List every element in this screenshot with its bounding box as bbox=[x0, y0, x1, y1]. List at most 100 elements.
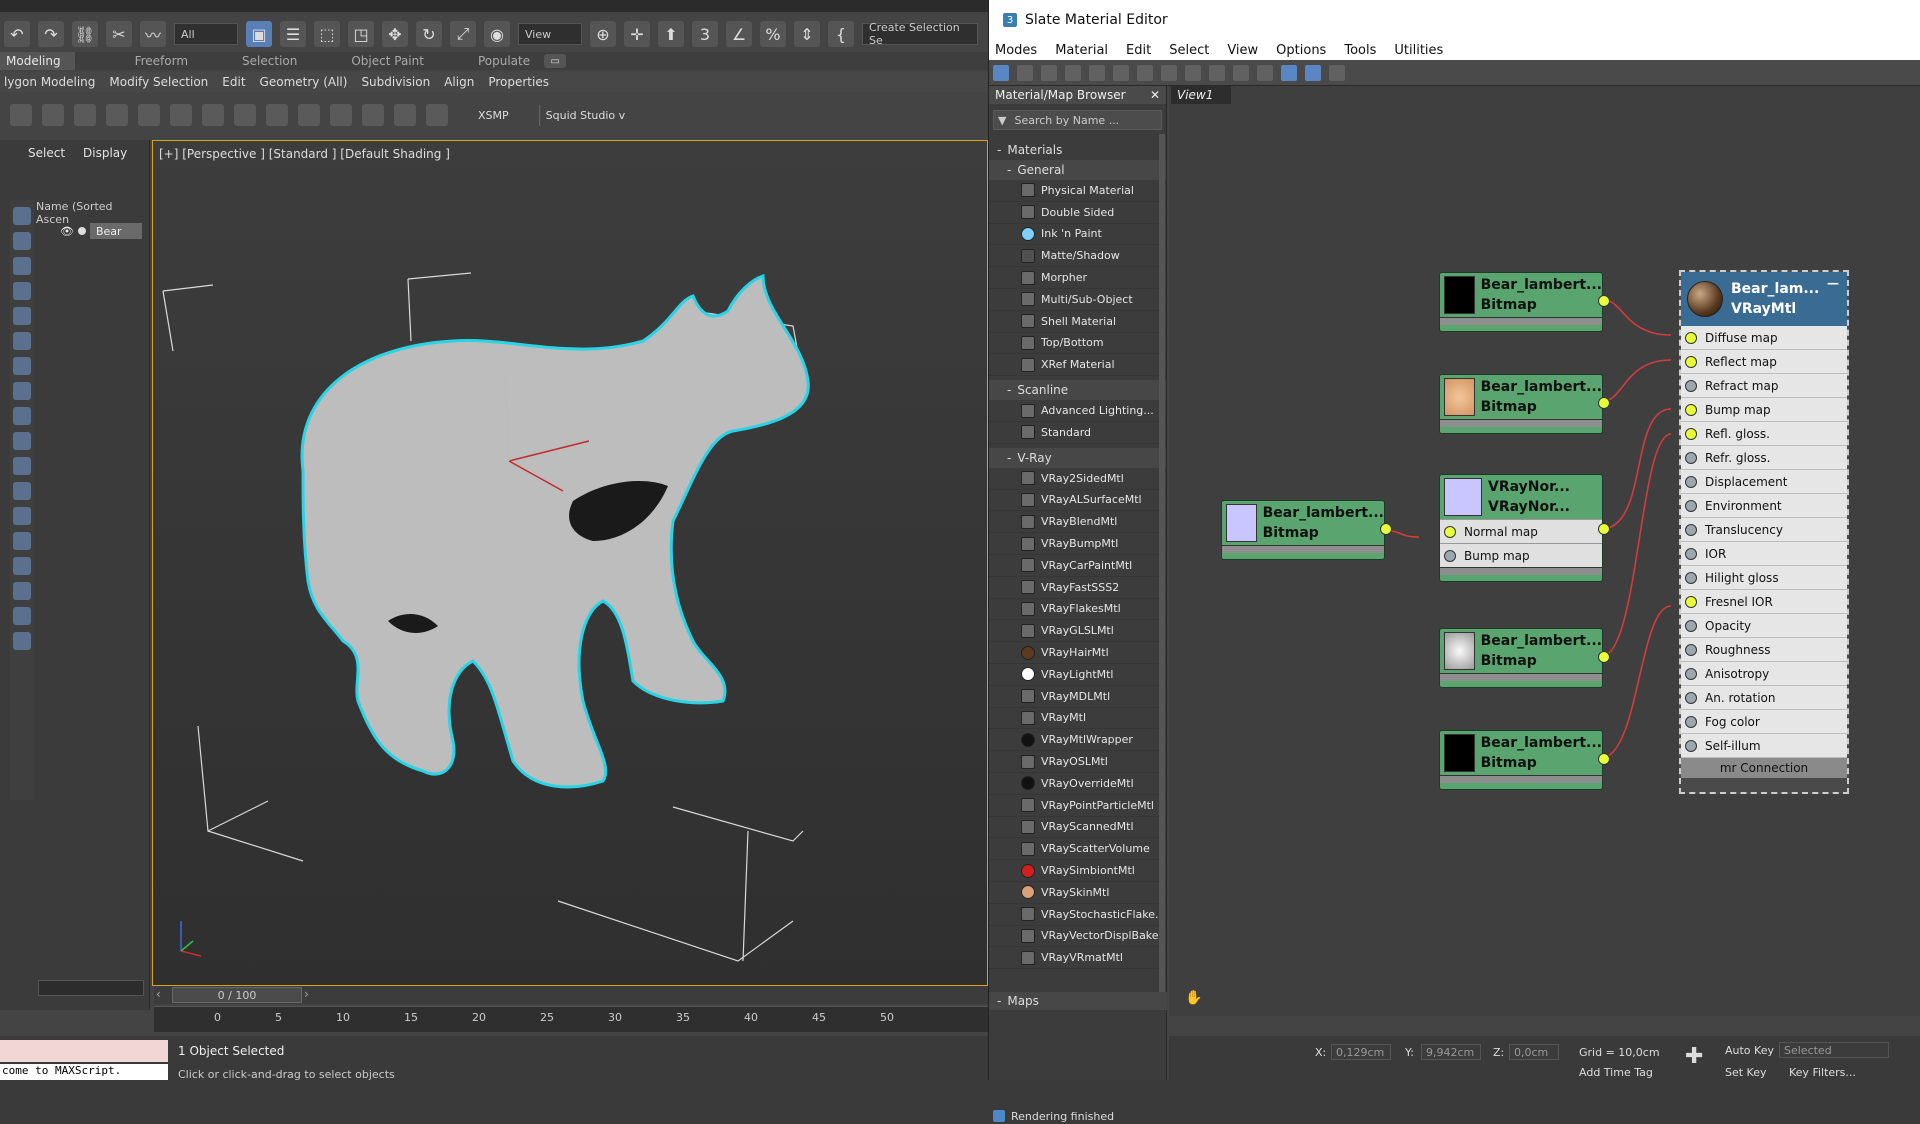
material-item[interactable]: Physical Material bbox=[989, 180, 1166, 202]
time-prev-icon[interactable]: ‹ bbox=[156, 987, 161, 1001]
material-item[interactable]: VRayPointParticleMtl bbox=[989, 795, 1166, 817]
tab-populate[interactable]: Populate bbox=[438, 52, 544, 70]
material-slot[interactable]: Reflect map bbox=[1681, 350, 1847, 374]
category-vray[interactable]: - V-Ray bbox=[989, 447, 1166, 468]
render-icon[interactable] bbox=[170, 104, 192, 126]
rect-selection-icon[interactable]: ⬚ bbox=[314, 21, 340, 47]
filter-geometry-icon[interactable] bbox=[13, 207, 31, 225]
assign-material-icon[interactable] bbox=[1065, 64, 1081, 81]
pick-material-icon[interactable] bbox=[1017, 64, 1033, 81]
material-slot[interactable]: Refr. gloss. bbox=[1681, 446, 1847, 470]
material-item[interactable]: Advanced Lighting... bbox=[989, 400, 1166, 422]
tab-selection[interactable]: Selection bbox=[202, 52, 311, 70]
select-object-icon[interactable]: ▣ bbox=[246, 21, 272, 47]
link-icon[interactable]: ⛓ bbox=[72, 21, 98, 47]
mr-connection[interactable]: mr Connection bbox=[1681, 758, 1847, 778]
menu-select[interactable]: Select bbox=[1169, 43, 1209, 58]
material-slot[interactable]: Anisotropy bbox=[1681, 662, 1847, 686]
time-slider[interactable]: ‹ 0 / 100 › bbox=[154, 986, 988, 1004]
frame-icon[interactable] bbox=[266, 104, 288, 126]
filter-cameras-icon[interactable] bbox=[13, 282, 31, 300]
input-slot[interactable] bbox=[1685, 451, 1697, 464]
bitmap-node-2[interactable]: Bear_lambert... Bitmap bbox=[1439, 374, 1610, 434]
move-icon[interactable]: ✥ bbox=[382, 21, 408, 47]
menu-utilities[interactable]: Utilities bbox=[1394, 43, 1443, 58]
output-slot[interactable] bbox=[1598, 397, 1610, 409]
material-item[interactable]: Morpher bbox=[989, 267, 1166, 289]
vraymtl-node-header[interactable]: Bear_lam... VRayMtl — bbox=[1681, 272, 1847, 326]
material-item[interactable]: Top/Bottom bbox=[989, 333, 1166, 355]
material-slot[interactable]: Refract map bbox=[1681, 374, 1847, 398]
place-icon[interactable]: ◉ bbox=[484, 21, 510, 47]
maxscript-listener[interactable] bbox=[0, 1040, 168, 1062]
input-slot[interactable] bbox=[1685, 547, 1697, 560]
panel-modify-selection[interactable]: Modify Selection bbox=[109, 75, 208, 89]
input-slot[interactable] bbox=[1444, 549, 1456, 562]
material-slot[interactable]: Self-illum bbox=[1681, 734, 1847, 758]
menu-view[interactable]: View bbox=[1227, 43, 1258, 58]
x-field[interactable]: 0,129cm bbox=[1331, 1044, 1391, 1060]
material-item[interactable]: VRayLightMtl bbox=[989, 664, 1166, 686]
material-slot[interactable]: Translucency bbox=[1681, 518, 1847, 542]
material-slot[interactable]: Fresnel IOR bbox=[1681, 590, 1847, 614]
output-slot[interactable] bbox=[1598, 523, 1610, 535]
auto-key-button[interactable]: Auto Key bbox=[1725, 1044, 1774, 1057]
material-item[interactable]: VRayCarPaintMtl bbox=[989, 555, 1166, 577]
scale-icon[interactable]: ⤢ bbox=[450, 21, 476, 47]
perspective-viewport[interactable]: [+] [Perspective ] [Standard ] [Default … bbox=[152, 140, 988, 986]
material-item[interactable]: Shell Material bbox=[989, 311, 1166, 333]
explorer-tab-display[interactable]: Display bbox=[83, 146, 127, 168]
put-material-icon[interactable] bbox=[1041, 64, 1057, 81]
bind-space-warp-icon[interactable]: 〰 bbox=[140, 21, 166, 47]
parameter-editor-icon[interactable] bbox=[1305, 64, 1321, 81]
tab-modeling[interactable]: Modeling bbox=[0, 52, 75, 70]
edit-named-selection-icon[interactable]: { bbox=[828, 21, 854, 47]
layout-children-icon[interactable] bbox=[1257, 64, 1273, 81]
key-filters-button[interactable]: Key Filters... bbox=[1789, 1066, 1856, 1079]
material-slot[interactable]: Hilight gloss bbox=[1681, 566, 1847, 590]
keyboard-shortcut-icon[interactable]: ⬆ bbox=[658, 21, 684, 47]
input-slot[interactable] bbox=[1685, 691, 1697, 704]
input-slot[interactable] bbox=[1685, 475, 1697, 488]
camera-icon[interactable] bbox=[394, 104, 416, 126]
input-slot[interactable] bbox=[1685, 643, 1697, 656]
track-bar[interactable]: 0 5 10 15 20 25 30 35 40 45 50 bbox=[154, 1006, 988, 1032]
explorer-scrollbar[interactable] bbox=[38, 980, 144, 996]
add-icon[interactable]: ✚ bbox=[1685, 1044, 1703, 1069]
input-slot[interactable] bbox=[1685, 403, 1697, 416]
category-maps[interactable]: - Maps bbox=[989, 992, 1167, 1010]
xsmp-button[interactable]: XSMP bbox=[478, 109, 509, 122]
layer-icon[interactable] bbox=[13, 632, 31, 650]
output-slot[interactable] bbox=[1598, 295, 1610, 307]
material-item[interactable]: VRayMDLMtl bbox=[989, 686, 1166, 708]
menu-options[interactable]: Options bbox=[1276, 43, 1326, 58]
category-materials[interactable]: - Materials bbox=[989, 140, 1166, 160]
material-item[interactable]: XRef Material bbox=[989, 354, 1166, 377]
set-key-button[interactable]: Set Key bbox=[1725, 1066, 1767, 1079]
bitmap-node-3[interactable]: Bear_lambert... Bitmap bbox=[1221, 500, 1392, 560]
input-slot[interactable] bbox=[1685, 355, 1697, 368]
bitmap-node-1[interactable]: Bear_lambert... Bitmap bbox=[1439, 272, 1610, 332]
output-slot[interactable] bbox=[1598, 753, 1610, 765]
menu-edit[interactable]: Edit bbox=[1126, 43, 1151, 58]
play-icon[interactable] bbox=[298, 104, 320, 126]
material-item[interactable]: Double Sided bbox=[989, 202, 1166, 224]
panel-align[interactable]: Align bbox=[444, 75, 474, 89]
filter-hidden-icon[interactable] bbox=[13, 482, 31, 500]
tab-object-paint[interactable]: Object Paint bbox=[311, 52, 438, 70]
output-slot[interactable] bbox=[1380, 523, 1392, 535]
material-item[interactable]: VRayHairMtl bbox=[989, 642, 1166, 664]
maxscript-output[interactable]: come to MAXScript. bbox=[0, 1064, 168, 1080]
material-slot[interactable]: IOR bbox=[1681, 542, 1847, 566]
key-mode-select[interactable]: Selected bbox=[1779, 1042, 1889, 1058]
material-item[interactable]: Ink 'n Paint bbox=[989, 224, 1166, 246]
material-item[interactable]: VRayFastSSS2 bbox=[989, 577, 1166, 599]
material-slot[interactable]: Fog color bbox=[1681, 710, 1847, 734]
filter-lights-icon[interactable] bbox=[13, 257, 31, 275]
port-normal-map[interactable]: Normal map bbox=[1440, 519, 1602, 543]
browser-search-input[interactable]: ▼ Search by Name ... bbox=[993, 110, 1162, 130]
bulb-icon[interactable] bbox=[426, 104, 448, 126]
filter-funnel-icon[interactable] bbox=[13, 582, 31, 600]
material-slot[interactable]: Opacity bbox=[1681, 614, 1847, 638]
material-item[interactable]: VRayMtl bbox=[989, 708, 1166, 730]
